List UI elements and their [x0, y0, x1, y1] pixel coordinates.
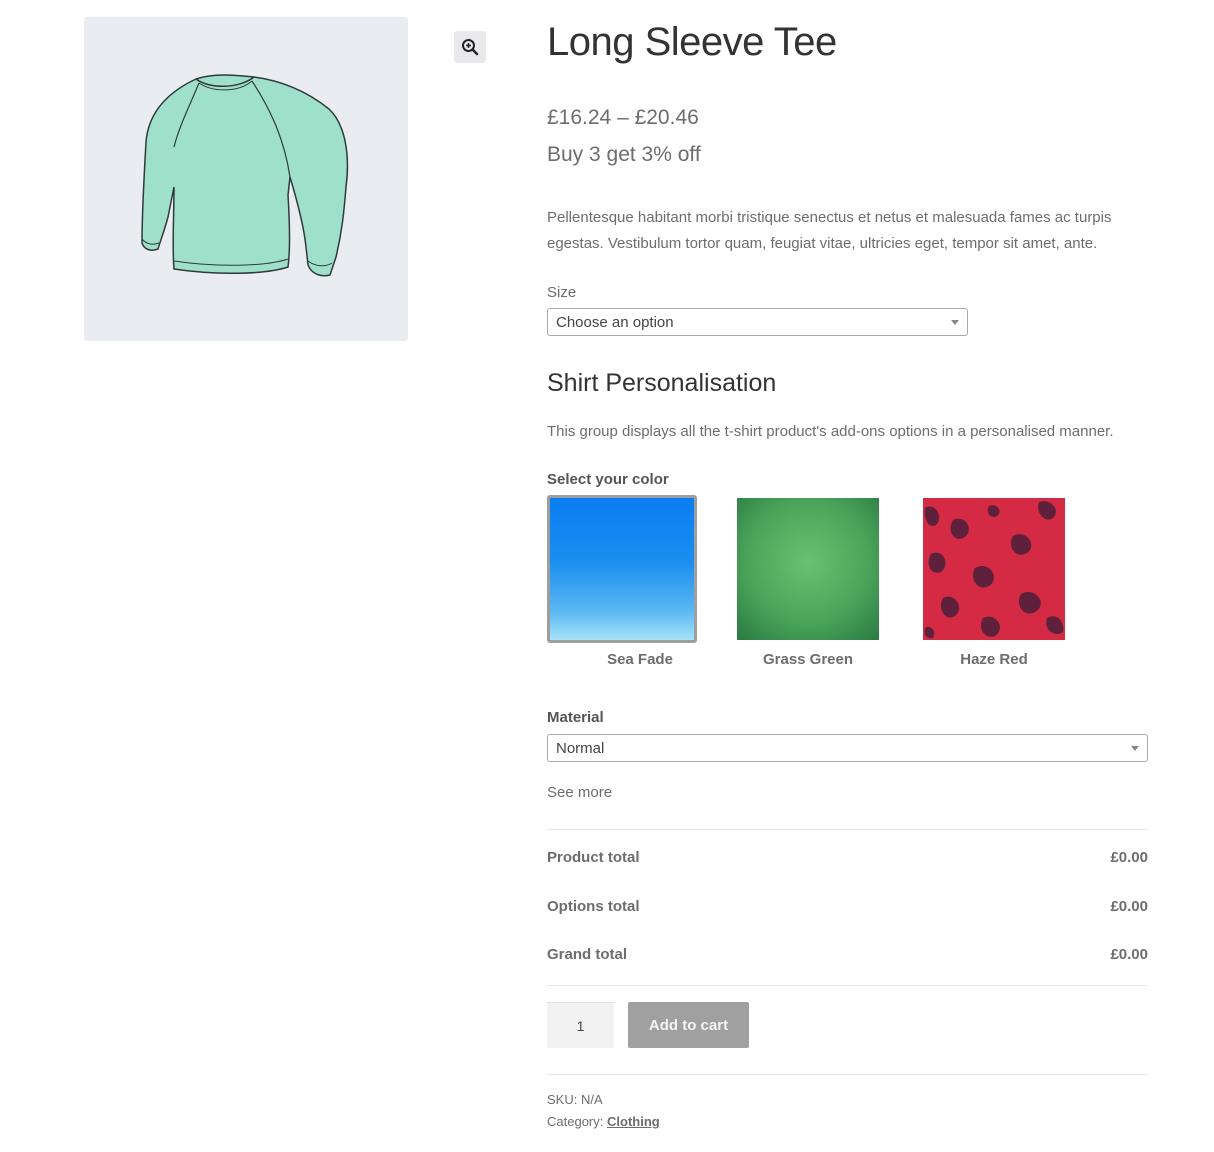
- size-select-value: Choose an option: [556, 314, 674, 331]
- add-to-cart-button[interactable]: Add to cart: [628, 1002, 749, 1048]
- quantity-input[interactable]: 1: [547, 1002, 614, 1048]
- product-total-label: Product total: [547, 849, 640, 866]
- divider: [547, 1074, 1148, 1075]
- material-label: Material: [547, 709, 604, 726]
- category-label: Category:: [547, 1114, 604, 1129]
- product-title: Long Sleeve Tee: [547, 20, 837, 64]
- addon-group-description: This group displays all the t-shirt prod…: [547, 423, 1114, 440]
- swatch-haze-red[interactable]: [923, 498, 1065, 640]
- options-total-value: £0.00: [1110, 898, 1148, 915]
- category-meta: Category: Clothing: [547, 1114, 660, 1129]
- category-link[interactable]: Clothing: [607, 1114, 660, 1129]
- sku-meta: SKU: N/A: [547, 1092, 603, 1107]
- grass-green-image: [737, 498, 879, 640]
- chevron-down-icon: [951, 320, 959, 325]
- divider: [547, 985, 1148, 986]
- swatch-label-sea-fade: Sea Fade: [607, 651, 673, 668]
- size-label: Size: [547, 284, 577, 301]
- swatch-sea-fade[interactable]: [547, 495, 697, 643]
- options-total-label: Options total: [547, 898, 640, 915]
- haze-red-image: [923, 498, 1065, 640]
- swatch-grass-green[interactable]: [737, 498, 879, 640]
- long-sleeve-tee-illustration: [141, 74, 349, 277]
- product-description: Pellentesque habitant morbi tristique se…: [547, 209, 1112, 252]
- see-more-link[interactable]: See more: [547, 784, 612, 801]
- swatch-label-haze-red: Haze Red: [960, 651, 1028, 668]
- swatch-label-grass-green: Grass Green: [762, 651, 854, 668]
- magnifier-plus-icon: [462, 39, 479, 56]
- product-image[interactable]: [84, 17, 408, 341]
- addon-group-title: Shirt Personalisation: [547, 369, 777, 397]
- grand-total-value: £0.00: [1110, 946, 1148, 963]
- sku-label: SKU:: [547, 1092, 578, 1107]
- offer-text: Buy 3 get 3% off: [547, 143, 701, 166]
- sea-fade-image: [550, 498, 694, 640]
- zoom-button[interactable]: [454, 31, 486, 63]
- chevron-down-icon: [1131, 746, 1139, 751]
- sku-value: N/A: [580, 1092, 603, 1107]
- product-total-value: £0.00: [1110, 849, 1148, 866]
- material-select[interactable]: Normal: [547, 734, 1148, 762]
- color-label: Select your color: [547, 471, 669, 488]
- divider: [547, 829, 1148, 830]
- product-price: £16.24 – £20.46: [547, 106, 699, 129]
- material-select-value: Normal: [556, 740, 605, 757]
- grand-total-label: Grand total: [547, 946, 628, 963]
- size-select[interactable]: Choose an option: [547, 308, 968, 336]
